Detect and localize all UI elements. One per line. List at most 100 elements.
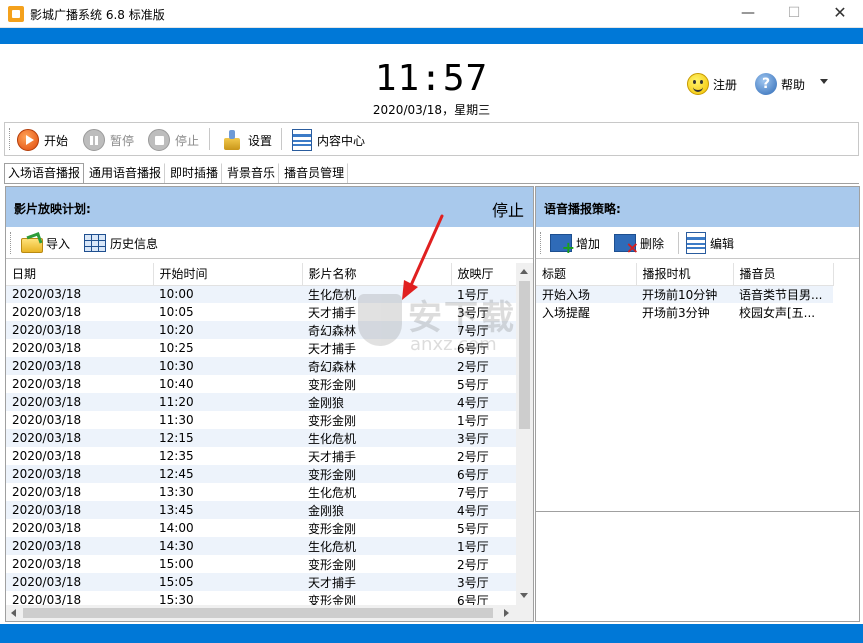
table-row[interactable]: 2020/03/18 12:15 生化危机 3号厅 [6, 429, 516, 447]
table-row[interactable]: 2020/03/18 10:25 天才捕手 6号厅 [6, 339, 516, 357]
folder-import-icon [20, 234, 43, 253]
history-button[interactable]: 历史信息 [84, 231, 158, 255]
maximize-button[interactable]: ☐ [771, 0, 817, 28]
column-header-hall[interactable]: 放映厅 [451, 263, 517, 286]
table-row[interactable]: 2020/03/18 13:45 金刚狼 4号厅 [6, 501, 516, 519]
column-header-film-name[interactable]: 影片名称 [302, 263, 452, 286]
tab-general-announcement[interactable]: 通用语音播报 [85, 163, 166, 183]
cell-date: 2020/03/18 [6, 375, 153, 393]
scroll-thumb[interactable] [519, 281, 530, 429]
cell-title: 开始入场 [536, 285, 636, 303]
table-row[interactable]: 2020/03/18 13:30 生化危机 7号厅 [6, 483, 516, 501]
vertical-scrollbar[interactable] [516, 263, 533, 605]
title-bar: 影城广播系统 6.8 标准版 — ☐ ✕ [0, 0, 863, 28]
toolbar-grip[interactable] [9, 128, 11, 150]
column-header-announcer[interactable]: 播音员 [733, 263, 834, 286]
table-row[interactable]: 2020/03/18 15:05 天才捕手 3号厅 [6, 573, 516, 591]
table-row[interactable]: 2020/03/18 12:35 天才捕手 2号厅 [6, 447, 516, 465]
cell-start-time: 13:30 [153, 483, 302, 501]
table-row[interactable]: 2020/03/18 10:40 变形金刚 5号厅 [6, 375, 516, 393]
edit-button[interactable]: 编辑 [686, 231, 734, 255]
tab-entry-announcement[interactable]: 入场语音播报 [4, 163, 85, 184]
cell-film-name: 奇幻森林 [302, 357, 451, 375]
panel-splitter[interactable] [536, 511, 859, 512]
clock-date: 2020/03/18，星期三 [372, 103, 491, 117]
table-row[interactable]: 2020/03/18 10:20 奇幻森林 7号厅 [6, 321, 516, 339]
toolbar-grip[interactable] [540, 232, 542, 254]
table-row[interactable]: 2020/03/18 10:30 奇幻森林 2号厅 [6, 357, 516, 375]
delete-button[interactable]: 删除 [614, 231, 665, 257]
strategy-panel-header: 语音播报策略: [536, 187, 859, 227]
start-button[interactable]: 开始 [17, 127, 68, 153]
register-button[interactable]: 注册 [687, 71, 737, 97]
table-row[interactable]: 2020/03/18 10:05 天才捕手 3号厅 [6, 303, 516, 321]
chevron-down-icon[interactable] [820, 79, 828, 84]
cell-film-name: 生化危机 [302, 537, 451, 555]
content-center-label: 内容中心 [317, 133, 366, 148]
delete-icon [614, 234, 639, 257]
column-header-title[interactable]: 标题 [536, 263, 637, 286]
smiley-icon [687, 73, 709, 95]
scroll-up-arrow-icon[interactable] [520, 269, 528, 274]
cell-hall: 6号厅 [451, 465, 516, 483]
tab-instant-insert[interactable]: 即时插播 [166, 163, 223, 183]
content-center-button[interactable]: 内容中心 [292, 127, 365, 153]
pause-button[interactable]: 暂停 [83, 127, 134, 153]
add-button[interactable]: 增加 [550, 231, 601, 257]
table-row[interactable]: 2020/03/18 14:30 生化危机 1号厅 [6, 537, 516, 555]
schedule-table: 日期 开始时间 影片名称 放映厅 2020/03/18 10:00 生化危机 1号厅 2… [6, 263, 517, 609]
cell-hall: 4号厅 [451, 393, 516, 411]
window-title: 影城广播系统 6.8 标准版 [30, 8, 165, 22]
column-header-timing[interactable]: 播报时机 [636, 263, 734, 286]
stop-label: 停止 [175, 133, 200, 148]
cell-hall: 6号厅 [451, 339, 516, 357]
cell-start-time: 12:15 [153, 429, 302, 447]
cell-film-name: 变形金刚 [302, 519, 451, 537]
horizontal-scrollbar[interactable] [6, 605, 516, 621]
cell-date: 2020/03/18 [6, 357, 153, 375]
playback-status: 停止 [491, 201, 524, 220]
cell-timing: 开场前3分钟 [642, 305, 710, 320]
main-toolbar: 开始 暂停 停止 设置 内容中心 [4, 122, 859, 156]
cell-start-time: 11:20 [153, 393, 302, 411]
strategy-panel: 语音播报策略: 增加 删除 编辑 标题 播报时机 播音员 [535, 186, 860, 622]
table-row[interactable]: 2020/03/18 15:00 变形金刚 2号厅 [6, 555, 516, 573]
cell-film-name: 生化危机 [302, 285, 451, 303]
tab-background-music[interactable]: 背景音乐 [223, 163, 280, 183]
settings-icon [221, 129, 243, 151]
play-icon [17, 129, 39, 151]
cell-start-time: 15:00 [153, 555, 302, 573]
help-button[interactable]: ? 帮助 [755, 71, 805, 97]
cell-hall: 3号厅 [451, 429, 516, 447]
header: 11:57 2020/03/18，星期三 注册 ? 帮助 [0, 44, 863, 120]
scroll-left-arrow-icon[interactable] [11, 609, 16, 617]
table-header-row: 标题 播报时机 播音员 [536, 263, 834, 286]
schedule-toolbar: 导入 历史信息 [6, 227, 533, 259]
column-header-start-time[interactable]: 开始时间 [153, 263, 303, 286]
settings-button[interactable]: 设置 [221, 127, 272, 153]
scroll-right-arrow-icon[interactable] [504, 609, 509, 617]
table-row[interactable]: 2020/03/18 14:00 变形金刚 5号厅 [6, 519, 516, 537]
column-header-date[interactable]: 日期 [6, 263, 154, 286]
table-header-row: 日期 开始时间 影片名称 放映厅 [6, 263, 517, 286]
table-row[interactable]: 2020/03/18 11:30 变形金刚 1号厅 [6, 411, 516, 429]
stop-button[interactable]: 停止 [148, 127, 199, 153]
edit-document-icon [686, 232, 706, 254]
table-row[interactable]: 开始入场 开场前10分钟 语音类节目男... [536, 285, 833, 303]
cell-start-time: 12:45 [153, 465, 302, 483]
toolbar-separator [281, 128, 282, 150]
scroll-down-arrow-icon[interactable] [520, 593, 528, 598]
toolbar-grip[interactable] [10, 232, 12, 254]
minimize-button[interactable]: — [725, 0, 771, 28]
import-button[interactable]: 导入 [20, 231, 70, 255]
delete-label: 删除 [640, 236, 665, 251]
table-row[interactable]: 2020/03/18 12:45 变形金刚 6号厅 [6, 465, 516, 483]
tab-announcer-management[interactable]: 播音员管理 [280, 163, 349, 183]
table-row[interactable]: 2020/03/18 10:00 生化危机 1号厅 [6, 285, 516, 303]
add-label: 增加 [576, 236, 601, 251]
table-row[interactable]: 2020/03/18 11:20 金刚狼 4号厅 [6, 393, 516, 411]
cell-date: 2020/03/18 [6, 537, 153, 555]
close-button[interactable]: ✕ [817, 0, 863, 28]
scroll-thumb[interactable] [23, 608, 493, 618]
table-row[interactable]: 入场提醒 开场前3分钟 校园女声[五... [536, 303, 833, 321]
